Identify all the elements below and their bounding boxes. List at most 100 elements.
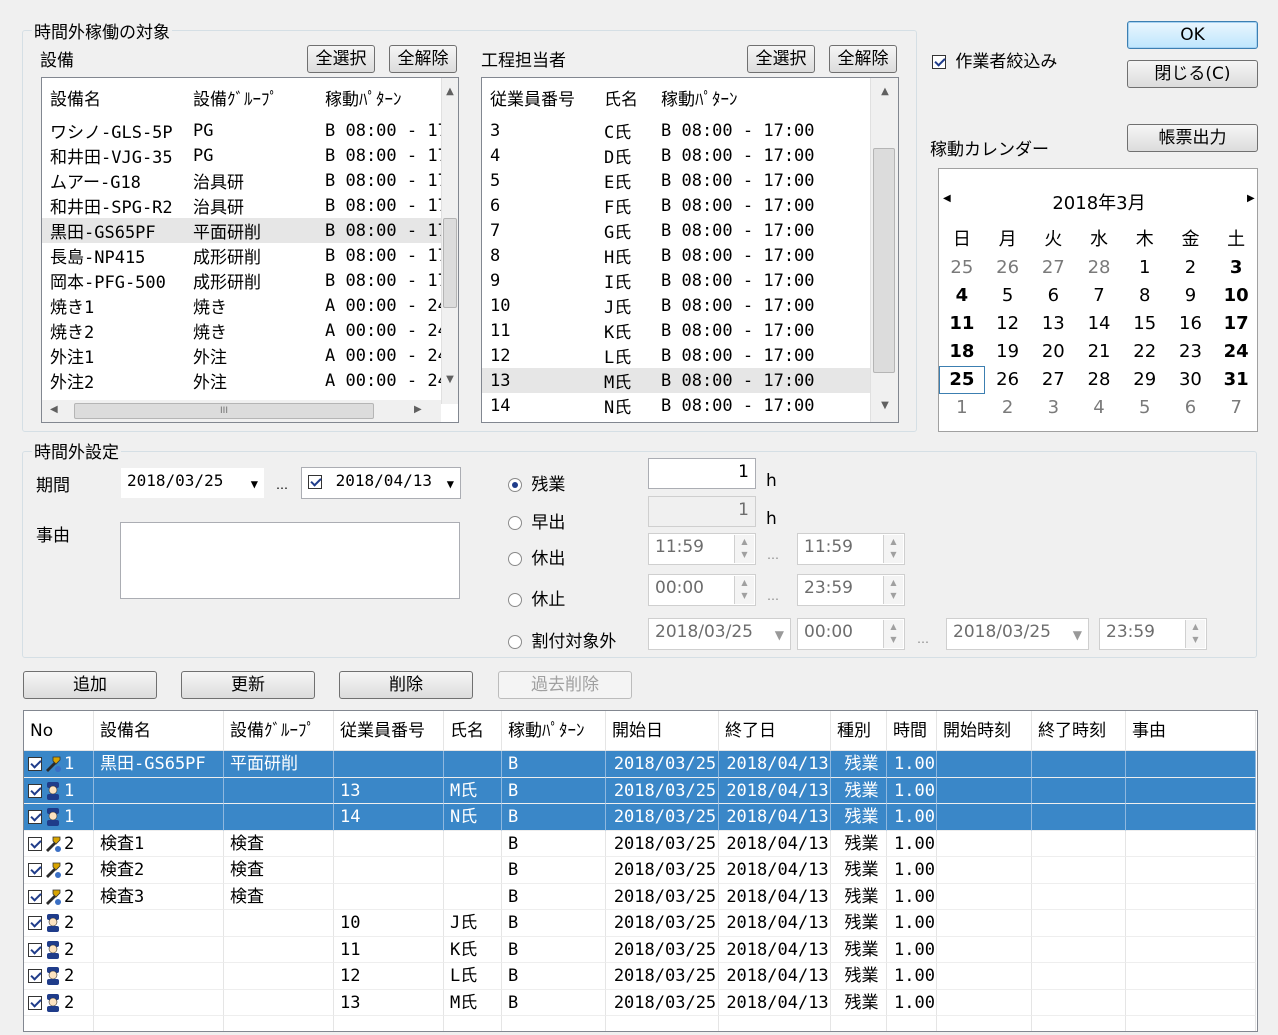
spin-updown-icon[interactable]: ▲ ▼ <box>883 620 903 648</box>
workers-select-all-button[interactable]: 全選択 <box>747 45 815 73</box>
excluded-time-to[interactable]: 23:59 ▲ ▼ <box>1099 618 1207 650</box>
table-row[interactable]: 1 14 N氏 B 2018/03/25 2018/04/13 残業 1.00 <box>24 804 1257 831</box>
calendar-day[interactable]: 28 <box>1076 254 1122 282</box>
calendar-day[interactable]: 10 <box>1213 282 1259 310</box>
calendar-day[interactable]: 19 <box>985 338 1031 366</box>
checkbox-checked-icon[interactable] <box>932 55 946 69</box>
list-item[interactable]: 4 D氏 B 08:00 - 17:00 <box>482 143 870 169</box>
delete-button[interactable]: 削除 <box>339 671 473 699</box>
table-row[interactable]: 1 13 M氏 B 2018/03/25 2018/04/13 残業 1.00 <box>24 777 1257 804</box>
list-item[interactable]: 11 K氏 B 08:00 - 17:00 <box>482 318 870 344</box>
list-item[interactable]: 7 G氏 B 08:00 - 17:00 <box>482 218 870 244</box>
row-no-cell[interactable]: 2 <box>24 936 94 963</box>
equipment-hscroll[interactable]: ◀ III ▶ <box>42 400 441 422</box>
grid-column-header[interactable]: 開始日 <box>606 711 719 750</box>
update-button[interactable]: 更新 <box>181 671 315 699</box>
radio-unselected-icon[interactable] <box>508 552 522 566</box>
calendar-day[interactable]: 16 <box>1168 310 1214 338</box>
calendar-day[interactable]: 14 <box>1076 310 1122 338</box>
calendar-day[interactable]: 15 <box>1122 310 1168 338</box>
calendar-day[interactable]: 12 <box>985 310 1031 338</box>
row-no-cell[interactable]: 1 <box>24 751 94 778</box>
kyushi-to-time[interactable]: 23:59 ▲ ▼ <box>797 574 905 606</box>
calendar-day[interactable]: 29 <box>1122 366 1168 394</box>
excluded-time-from[interactable]: 00:00 ▲ ▼ <box>797 618 905 650</box>
col-equipment-pattern[interactable]: 稼動ﾊﾟﾀｰﾝ <box>317 85 435 110</box>
radio-unselected-icon[interactable] <box>508 516 522 530</box>
col-worker-name[interactable]: 氏名 <box>596 85 653 110</box>
past-delete-button[interactable]: 過去削除 <box>498 671 632 699</box>
row-no-cell[interactable]: 2 <box>24 857 94 884</box>
ok-button[interactable]: OK <box>1127 21 1258 49</box>
spin-updown-icon[interactable]: ▲ ▼ <box>883 535 903 563</box>
calendar-day[interactable]: 6 <box>1168 394 1214 422</box>
table-row[interactable]: 2 検査3 検査 B 2018/03/25 2018/04/13 残業 1.00 <box>24 883 1257 910</box>
report-output-button[interactable]: 帳票出力 <box>1127 124 1258 152</box>
list-item[interactable]: 和井田-SPG-R2 治具研 B 08:00 - 17 <box>42 193 442 219</box>
hayade-hours-input[interactable]: 1 <box>648 496 756 527</box>
grid-column-header[interactable]: 設備ｸﾞﾙｰﾌﾟ <box>224 711 334 750</box>
col-equipment-name[interactable]: 設備名 <box>42 85 185 110</box>
list-item[interactable]: 外注2 外注 A 00:00 - 24 <box>42 368 442 394</box>
calendar-day[interactable]: 2 <box>985 394 1031 422</box>
workers-vscroll[interactable]: ▲ ▼ <box>870 78 898 422</box>
calendar-day[interactable]: 5 <box>1122 394 1168 422</box>
calendar-day[interactable]: 4 <box>939 282 985 310</box>
row-no-cell[interactable]: 2 <box>24 989 94 1016</box>
calendar-day[interactable]: 25 <box>939 254 985 282</box>
table-row[interactable]: 2 12 L氏 B 2018/03/25 2018/04/13 残業 1.00 <box>24 963 1257 990</box>
workers-list[interactable]: 従業員番号 氏名 稼動ﾊﾟﾀｰﾝ 3 C氏 B 08:00 - 17:00 4 D氏 B … <box>481 77 899 423</box>
list-item[interactable]: 和井田-VJG-35 PG B 08:00 - 17 <box>42 143 442 169</box>
row-no-cell[interactable]: 1 <box>24 777 94 804</box>
radio-kyushi[interactable]: 休止 <box>508 585 565 610</box>
chevron-down-icon[interactable]: ▼ <box>775 628 784 642</box>
calendar-day[interactable]: 6 <box>1030 282 1076 310</box>
grid-column-header[interactable]: 終了時刻 <box>1032 711 1126 750</box>
table-row[interactable]: 2 10 J氏 B 2018/03/25 2018/04/13 残業 1.00 <box>24 910 1257 937</box>
table-row[interactable]: 2 検査1 検査 B 2018/03/25 2018/04/13 残業 1.00 <box>24 830 1257 857</box>
calendar-day[interactable]: 18 <box>939 338 985 366</box>
spin-updown-icon[interactable]: ▲ ▼ <box>1185 620 1205 648</box>
calendar-day[interactable]: 26 <box>985 254 1031 282</box>
row-checkbox[interactable] <box>28 810 42 824</box>
row-checkbox[interactable] <box>28 942 42 957</box>
list-item[interactable]: 8 H氏 B 08:00 - 17:00 <box>482 243 870 269</box>
calendar-day[interactable]: 11 <box>939 310 985 338</box>
overtime-grid[interactable]: No 設備名 設備ｸﾞﾙｰﾌﾟ 従業員番号 氏名 稼動ﾊﾟﾀｰﾝ 開始日 終了日 種別 時間 開始時… <box>23 710 1258 1032</box>
row-checkbox[interactable] <box>28 757 42 771</box>
scroll-down-icon[interactable]: ▼ <box>877 400 893 411</box>
calendar-day[interactable]: 25 <box>939 366 985 394</box>
calendar-day[interactable]: 13 <box>1030 310 1076 338</box>
calendar-day[interactable]: 1 <box>939 394 985 422</box>
list-item[interactable]: 6 F氏 B 08:00 - 17:00 <box>482 193 870 219</box>
radio-excluded[interactable]: 割付対象外 <box>508 627 616 652</box>
table-row[interactable]: 1 黒田-GS65PF 平面研削 B 2018/03/25 2018/04/13 残業 1.0… <box>24 751 1257 778</box>
equipment-vscroll[interactable]: ▲ ▼ <box>441 78 458 404</box>
grid-column-header[interactable]: 従業員番号 <box>334 711 444 750</box>
table-row[interactable]: 2 13 M氏 B 2018/03/25 2018/04/13 残業 1.00 <box>24 989 1257 1016</box>
scroll-right-icon[interactable]: ▶ <box>414 404 422 415</box>
list-item[interactable]: 外注1 外注 A 00:00 - 24 <box>42 343 442 369</box>
worker-filter-checkbox[interactable]: 作業者絞込み <box>932 47 1057 72</box>
period-end-checkbox[interactable] <box>308 474 322 489</box>
workers-vscroll-thumb[interactable] <box>873 148 895 373</box>
col-worker-pattern[interactable]: 稼動ﾊﾟﾀｰﾝ <box>653 85 853 110</box>
radio-unselected-icon[interactable] <box>508 593 522 607</box>
calendar-day[interactable]: 27 <box>1030 366 1076 394</box>
grid-column-header[interactable]: No <box>24 711 94 750</box>
grid-column-header[interactable]: 稼動ﾊﾟﾀｰﾝ <box>502 711 606 750</box>
kyushutsu-to-time[interactable]: 11:59 ▲ ▼ <box>797 533 905 565</box>
grid-column-header[interactable]: 設備名 <box>94 711 224 750</box>
col-employee-number[interactable]: 従業員番号 <box>482 85 596 110</box>
list-item[interactable]: 長島-NP415 成形研削 B 08:00 - 17 <box>42 243 442 269</box>
row-checkbox[interactable] <box>28 995 42 1010</box>
scroll-down-icon[interactable]: ▼ <box>442 374 458 385</box>
row-no-cell[interactable]: 2 <box>24 830 94 857</box>
list-item[interactable]: 14 N氏 B 08:00 - 17:00 <box>482 393 870 419</box>
operation-calendar[interactable]: ◀ 2018年3月 ▶ 日月火水木金土 25 26 27 28 1 2 3 4 5 6 7 8 9 10 1… <box>938 168 1258 432</box>
calendar-title[interactable]: 2018年3月 <box>939 189 1259 215</box>
row-no-cell[interactable]: 1 <box>24 804 94 831</box>
scroll-left-icon[interactable]: ◀ <box>50 404 58 415</box>
radio-selected-icon[interactable] <box>508 478 522 492</box>
row-checkbox[interactable] <box>28 969 42 983</box>
